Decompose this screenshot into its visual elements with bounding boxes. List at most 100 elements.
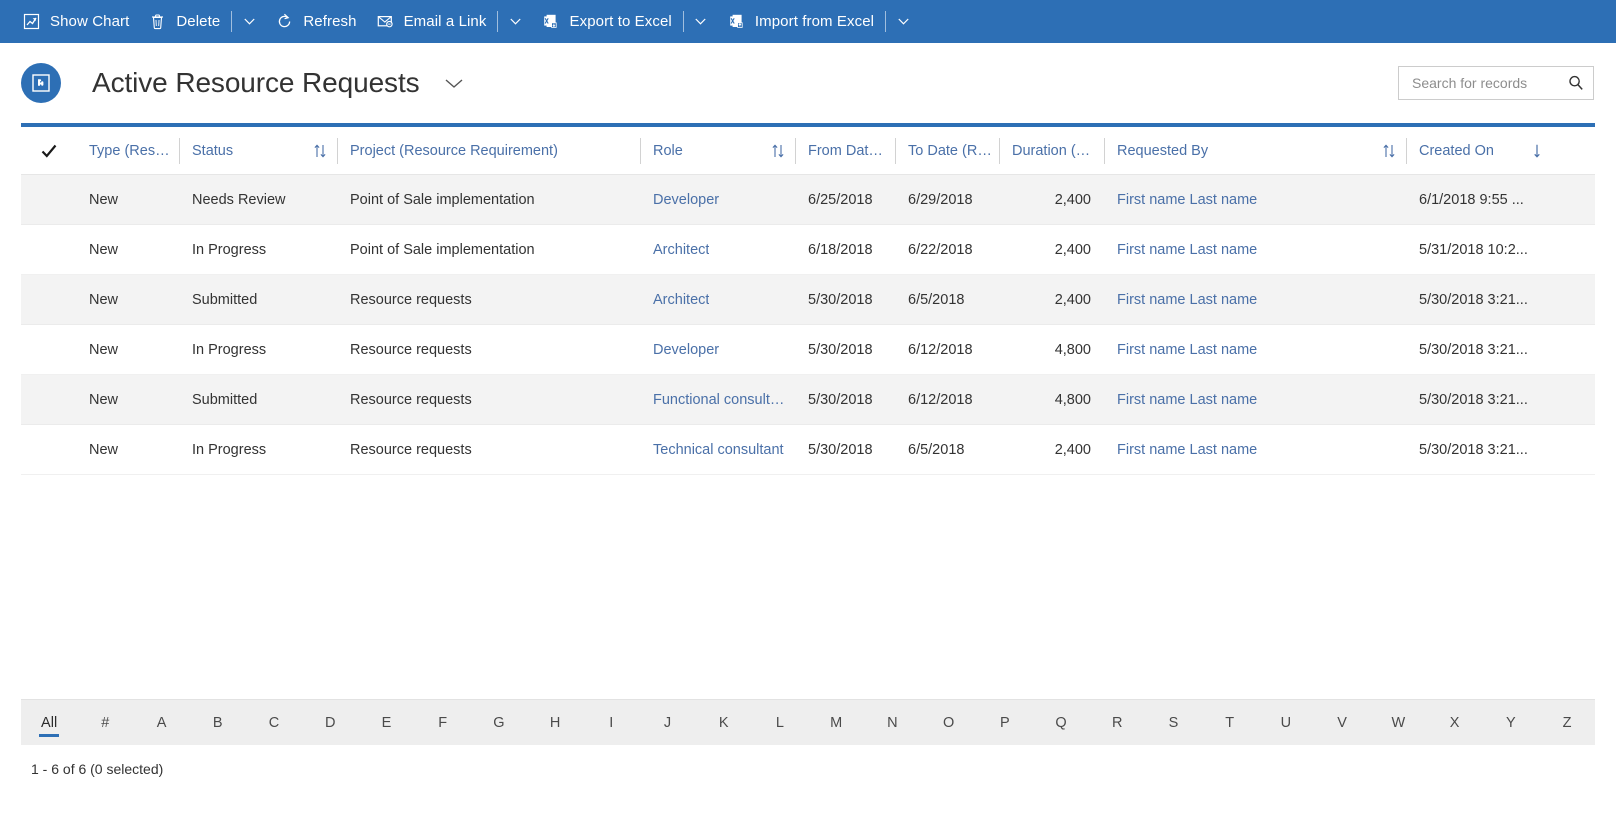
import-from-excel-button[interactable]: Import from Excel (719, 0, 885, 43)
page-title: Active Resource Requests (92, 67, 420, 99)
cell-created-on: 5/31/2018 10:2... (1406, 225, 1554, 274)
refresh-button[interactable]: Refresh (267, 0, 367, 43)
email-a-link-overflow-button[interactable] (497, 0, 533, 43)
cell-requested-by[interactable]: First name Last name (1104, 425, 1406, 474)
alpha-filter-l[interactable]: L (752, 700, 808, 745)
row-select-checkbox[interactable] (21, 175, 76, 224)
alpha-filter-s[interactable]: S (1145, 700, 1201, 745)
cell-requested-by-link[interactable]: First name Last name (1117, 442, 1257, 458)
search-input[interactable] (1410, 74, 1567, 92)
cell-requested-by[interactable]: First name Last name (1104, 375, 1406, 424)
cell-requested-by-link[interactable]: First name Last name (1117, 192, 1257, 208)
alpha-filter-m[interactable]: M (808, 700, 864, 745)
alpha-filter-q[interactable]: Q (1033, 700, 1089, 745)
alpha-filter-o[interactable]: O (921, 700, 977, 745)
alpha-filter-n[interactable]: N (864, 700, 920, 745)
column-header-to-date[interactable]: To Date (Re... (895, 127, 999, 174)
alpha-filter-e[interactable]: E (358, 700, 414, 745)
cell-role[interactable]: Developer (640, 175, 795, 224)
import-from-excel-overflow-button[interactable] (885, 0, 921, 43)
column-header-type[interactable]: Type (Reso... (76, 127, 179, 174)
cell-role[interactable]: Functional consultant (640, 375, 795, 424)
delete-overflow-button[interactable] (231, 0, 267, 43)
cell-from-date-text: 5/30/2018 (808, 342, 873, 358)
cell-duration-text: 2,400 (1055, 442, 1091, 458)
checkmark-icon (39, 141, 59, 161)
command-group-export-to-excel: Export to Excel (533, 0, 718, 43)
cell-role[interactable]: Architect (640, 225, 795, 274)
column-header-created-on[interactable]: Created On (1406, 127, 1554, 174)
table-row[interactable]: New Submitted Resource requests Architec… (21, 275, 1595, 325)
view-selector-button[interactable] (438, 72, 470, 95)
column-header-duration[interactable]: Duration (R... (999, 127, 1104, 174)
alpha-filter-v[interactable]: V (1314, 700, 1370, 745)
alpha-filter-j[interactable]: J (639, 700, 695, 745)
email-a-link-button[interactable]: Email a Link (368, 0, 498, 43)
chevron-down-icon (898, 18, 909, 25)
select-all-checkbox[interactable] (21, 127, 76, 174)
row-select-checkbox[interactable] (21, 225, 76, 274)
cell-requested-by-link[interactable]: First name Last name (1117, 342, 1257, 358)
cell-role-link[interactable]: Architect (653, 242, 709, 258)
table-row[interactable]: New Needs Review Point of Sale implement… (21, 175, 1595, 225)
alpha-filter-b[interactable]: B (190, 700, 246, 745)
cell-role-link[interactable]: Developer (653, 342, 719, 358)
table-row[interactable]: New In Progress Point of Sale implementa… (21, 225, 1595, 275)
row-select-checkbox[interactable] (21, 275, 76, 324)
show-chart-button[interactable]: Show Chart (14, 0, 140, 43)
cell-role-link[interactable]: Technical consultant (653, 442, 784, 458)
search-icon[interactable] (1567, 74, 1585, 92)
column-header-role[interactable]: Role (640, 127, 795, 174)
alpha-filter-w[interactable]: W (1370, 700, 1426, 745)
table-row[interactable]: New In Progress Resource requests Develo… (21, 325, 1595, 375)
delete-button[interactable]: Delete (140, 0, 231, 43)
alpha-filter-x[interactable]: X (1426, 700, 1482, 745)
alpha-filter-i[interactable]: I (583, 700, 639, 745)
cell-requested-by-link[interactable]: First name Last name (1117, 392, 1257, 408)
cell-status-text: Submitted (192, 292, 257, 308)
cell-status: Submitted (179, 375, 337, 424)
cell-requested-by[interactable]: First name Last name (1104, 275, 1406, 324)
cell-to-date-text: 6/5/2018 (908, 292, 964, 308)
column-header-requested-by[interactable]: Requested By (1104, 127, 1406, 174)
export-to-excel-overflow-button[interactable] (683, 0, 719, 43)
cell-requested-by[interactable]: First name Last name (1104, 325, 1406, 374)
row-select-checkbox[interactable] (21, 375, 76, 424)
search-box[interactable] (1398, 66, 1594, 100)
column-header-project[interactable]: Project (Resource Requirement) (337, 127, 640, 174)
cell-type: New (76, 275, 179, 324)
column-header-status[interactable]: Status (179, 127, 337, 174)
alpha-filter-a[interactable]: A (133, 700, 189, 745)
table-row[interactable]: New In Progress Resource requests Techni… (21, 425, 1595, 475)
alpha-filter-c[interactable]: C (246, 700, 302, 745)
cell-requested-by-link[interactable]: First name Last name (1117, 292, 1257, 308)
cell-role-link[interactable]: Functional consultant (653, 392, 789, 408)
alpha-filter-g[interactable]: G (471, 700, 527, 745)
cell-role[interactable]: Architect (640, 275, 795, 324)
cell-requested-by[interactable]: First name Last name (1104, 175, 1406, 224)
cell-role-link[interactable]: Developer (653, 192, 719, 208)
alpha-filter-p[interactable]: P (977, 700, 1033, 745)
column-header-from-date[interactable]: From Date (... (795, 127, 895, 174)
row-select-checkbox[interactable] (21, 325, 76, 374)
alpha-filter-t[interactable]: T (1202, 700, 1258, 745)
cell-role[interactable]: Developer (640, 325, 795, 374)
alpha-filter-f[interactable]: F (415, 700, 471, 745)
alpha-filter-z[interactable]: Z (1539, 700, 1595, 745)
alpha-filter-all[interactable]: All (21, 700, 77, 745)
export-to-excel-button[interactable]: Export to Excel (533, 0, 682, 43)
row-select-checkbox[interactable] (21, 425, 76, 474)
alpha-filter-d[interactable]: D (302, 700, 358, 745)
table-row[interactable]: New Submitted Resource requests Function… (21, 375, 1595, 425)
alpha-filter-hash[interactable]: # (77, 700, 133, 745)
alpha-filter-u[interactable]: U (1258, 700, 1314, 745)
alpha-filter-r[interactable]: R (1089, 700, 1145, 745)
alpha-filter-y[interactable]: Y (1483, 700, 1539, 745)
cell-requested-by-link[interactable]: First name Last name (1117, 242, 1257, 258)
cell-requested-by[interactable]: First name Last name (1104, 225, 1406, 274)
cell-role-link[interactable]: Architect (653, 292, 709, 308)
alpha-filter-k[interactable]: K (696, 700, 752, 745)
cell-type: New (76, 175, 179, 224)
alpha-filter-h[interactable]: H (527, 700, 583, 745)
cell-role[interactable]: Technical consultant (640, 425, 795, 474)
